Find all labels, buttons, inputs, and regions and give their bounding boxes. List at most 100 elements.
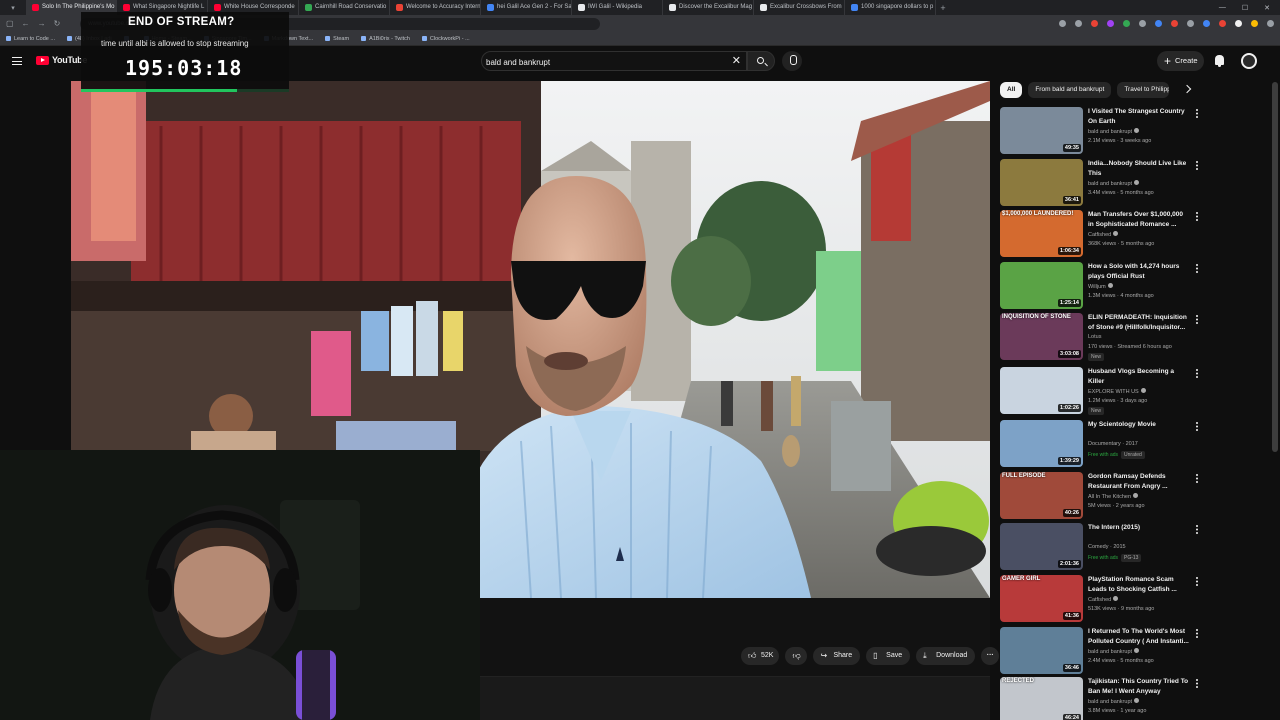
recommended-video[interactable]: REJECTED 46:24 Tajikistan: This Country Tr…: [1000, 677, 1208, 720]
video-title[interactable]: My Scientology Movie: [1088, 420, 1190, 430]
extension-icon[interactable]: [1251, 20, 1258, 27]
channel-name[interactable]: EXPLORE WITH US: [1088, 388, 1146, 395]
browser-tab[interactable]: hei Galil Ace Gen 2 - For Sa: [481, 0, 572, 15]
recommended-video[interactable]: 2:01:36 The Intern (2015) Comedy · 2015 Fre…: [1000, 523, 1208, 573]
bookmark-item[interactable]: Steam: [325, 36, 349, 42]
recommended-video[interactable]: 1:25:14 How a Solo with 14,274 hours play…: [1000, 262, 1208, 312]
video-title[interactable]: I Returned To The World's Most Polluted …: [1088, 627, 1190, 646]
youtube-logo[interactable]: YouTube: [36, 55, 87, 65]
video-thumbnail[interactable]: 2:01:36: [1000, 523, 1083, 570]
channel-name[interactable]: Lotus: [1088, 334, 1101, 340]
like-button[interactable]: 👍︎ 52K: [741, 647, 780, 665]
bookmark-item[interactable]: A1Bi0rix - Twitch: [361, 36, 410, 42]
chevron-right-icon[interactable]: [1182, 84, 1192, 94]
minimize-icon[interactable]: —: [1219, 4, 1226, 12]
new-tab-button[interactable]: +: [936, 3, 950, 13]
more-options-icon[interactable]: [1195, 679, 1198, 689]
video-thumbnail[interactable]: REJECTED 46:24: [1000, 677, 1083, 720]
notifications-bell-icon[interactable]: [1215, 55, 1224, 67]
more-options-icon[interactable]: [1195, 629, 1198, 639]
extension-icon[interactable]: [1267, 20, 1274, 27]
extension-icon[interactable]: [1123, 20, 1130, 27]
browser-tab[interactable]: 1000 singapore dollars to p: [845, 0, 936, 15]
share-button[interactable]: ↪ Share: [813, 647, 861, 665]
create-button[interactable]: Create: [1157, 51, 1204, 71]
save-button[interactable]: ▯ Save: [866, 647, 911, 665]
maximize-icon[interactable]: ☐: [1242, 4, 1248, 12]
filter-chip[interactable]: All: [1000, 82, 1023, 98]
channel-name[interactable]: Documentary · 2017: [1088, 441, 1138, 447]
recommended-video[interactable]: 1:02:26 Husband Vlogs Becoming a Killer EX…: [1000, 367, 1208, 417]
channel-name[interactable]: All In The Kitchen: [1088, 493, 1139, 500]
back-icon[interactable]: ←: [22, 19, 30, 28]
more-options-icon[interactable]: [1195, 212, 1198, 222]
video-title[interactable]: Man Transfers Over $1,000,000 in Sophist…: [1088, 210, 1190, 229]
description-panel[interactable]: [480, 676, 990, 720]
reload-icon[interactable]: ↻: [54, 19, 61, 28]
extension-icon[interactable]: [1075, 20, 1082, 27]
filter-chip[interactable]: Travel to Philipp: [1117, 82, 1170, 98]
tab-search-icon[interactable]: ▾: [0, 0, 26, 15]
video-title[interactable]: I Visited The Strangest Country On Earth: [1088, 107, 1190, 126]
clear-search-icon[interactable]: ✕: [732, 55, 741, 67]
recommended-video[interactable]: GAMER GIRL 41:36 PlayStation Romance Scam …: [1000, 575, 1208, 625]
video-thumbnail[interactable]: $1,000,000 LAUNDERED! 1:06:34: [1000, 210, 1083, 257]
video-title[interactable]: India...Nobody Should Live Like This: [1088, 159, 1190, 178]
sidebar-toggle-icon[interactable]: ▢: [6, 19, 14, 28]
video-title[interactable]: Tajikistan: This Country Tried To Ban Me…: [1088, 677, 1190, 696]
video-title[interactable]: Gordon Ramsay Defends Restaurant From An…: [1088, 472, 1190, 491]
more-options-icon[interactable]: [1195, 109, 1198, 119]
menu-icon[interactable]: [12, 57, 22, 65]
browser-tab[interactable]: Discover the Excalibur Mag: [663, 0, 754, 15]
video-thumbnail[interactable]: 36:46: [1000, 627, 1083, 674]
video-thumbnail[interactable]: 1:25:14: [1000, 262, 1083, 309]
video-title[interactable]: How a Solo with 14,274 hours plays Offic…: [1088, 262, 1190, 281]
channel-name[interactable]: Willjum: [1088, 283, 1113, 290]
video-title[interactable]: Husband Vlogs Becoming a Killer: [1088, 367, 1190, 386]
extension-icon[interactable]: [1235, 20, 1242, 27]
channel-name[interactable]: Catfished: [1088, 231, 1119, 238]
voice-search-button[interactable]: [782, 51, 802, 71]
more-options-icon[interactable]: [1195, 161, 1198, 171]
extension-icon[interactable]: [1171, 20, 1178, 27]
close-window-icon[interactable]: ✕: [1264, 4, 1270, 12]
page-scrollbar[interactable]: [1272, 82, 1278, 452]
recommended-video[interactable]: INQUISITION OF STONE 3:03:08 ELIN PERMADEA…: [1000, 313, 1208, 363]
more-options-icon[interactable]: [1195, 577, 1198, 587]
recommended-video[interactable]: FULL EPISODE 40:26 Gordon Ramsay Defends R…: [1000, 472, 1208, 522]
video-title[interactable]: The Intern (2015): [1088, 523, 1190, 533]
browser-tab[interactable]: Welcome to Accuracy Intern: [390, 0, 481, 15]
channel-name[interactable]: bald and bankrupt: [1088, 698, 1140, 705]
channel-name[interactable]: Comedy · 2015: [1088, 544, 1126, 550]
channel-name[interactable]: Catfished: [1088, 596, 1119, 603]
recommended-video[interactable]: 36:46 I Returned To The World's Most Poll…: [1000, 627, 1208, 677]
bookmark-item[interactable]: ClockworkPi - ...: [422, 36, 470, 42]
video-thumbnail[interactable]: INQUISITION OF STONE 3:03:08: [1000, 313, 1083, 360]
forward-icon[interactable]: →: [38, 19, 46, 28]
extension-icon[interactable]: [1139, 20, 1146, 27]
extension-icon[interactable]: [1219, 20, 1226, 27]
video-title[interactable]: ELIN PERMADEATH: Inquisition of Stone #9…: [1088, 313, 1190, 332]
more-options-icon[interactable]: [1195, 369, 1198, 379]
extension-icon[interactable]: [1091, 20, 1098, 27]
more-options-icon[interactable]: [1195, 315, 1198, 325]
video-thumbnail[interactable]: 49:35: [1000, 107, 1083, 154]
channel-name[interactable]: bald and bankrupt: [1088, 128, 1140, 135]
extension-icon[interactable]: [1203, 20, 1210, 27]
extension-icon[interactable]: [1059, 20, 1066, 27]
recommended-video[interactable]: 49:35 I Visited The Strangest Country On …: [1000, 107, 1208, 157]
filter-chip[interactable]: From bald and bankrupt: [1028, 82, 1112, 98]
extension-icon[interactable]: [1187, 20, 1194, 27]
more-options-icon[interactable]: [1195, 525, 1198, 535]
recommended-video[interactable]: $1,000,000 LAUNDERED! 1:06:34 Man Transfer…: [1000, 210, 1208, 260]
video-thumbnail[interactable]: 1:39:29: [1000, 420, 1083, 467]
more-options-icon[interactable]: [1195, 474, 1198, 484]
more-options-icon[interactable]: [1195, 422, 1198, 432]
account-avatar[interactable]: [1241, 53, 1257, 69]
recommended-video[interactable]: 36:41 India...Nobody Should Live Like Thi…: [1000, 159, 1208, 209]
browser-tab[interactable]: Excalibur Crossbows From: [754, 0, 845, 15]
bookmark-item[interactable]: Learn to Code ...: [6, 36, 55, 42]
recommended-video[interactable]: 1:39:29 My Scientology Movie Documentary ·…: [1000, 420, 1208, 470]
video-thumbnail[interactable]: 1:02:26: [1000, 367, 1083, 414]
more-actions-button[interactable]: ···: [981, 647, 1000, 665]
